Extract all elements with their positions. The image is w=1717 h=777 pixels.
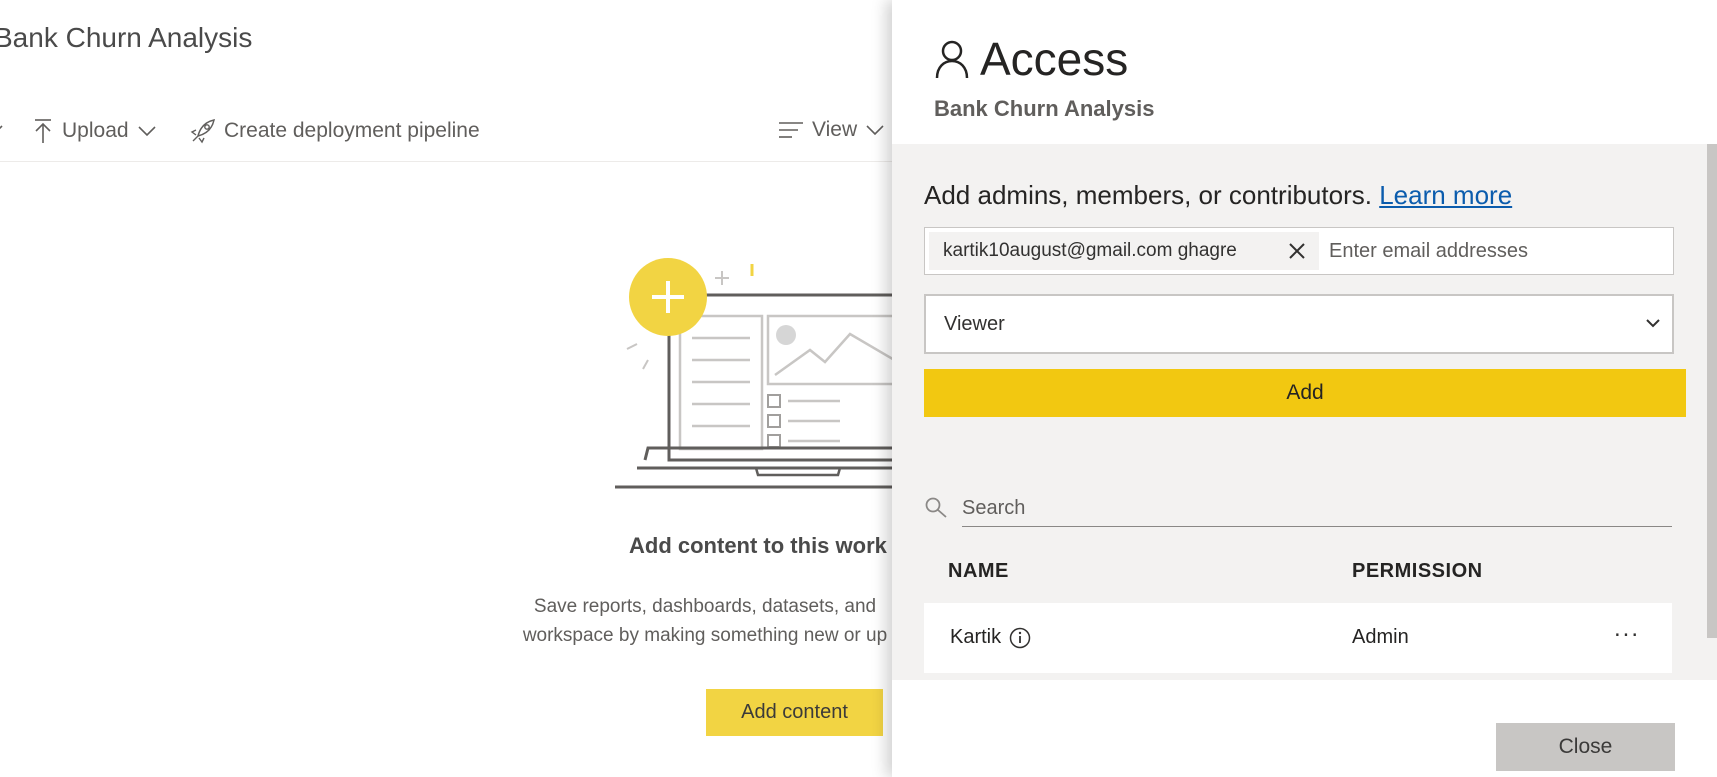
more-icon[interactable]: ... <box>1614 615 1640 643</box>
role-selected-value: Viewer <box>944 312 1005 335</box>
add-button[interactable]: Add <box>924 369 1686 417</box>
close-icon[interactable] <box>1287 241 1307 261</box>
workspace-title: Bank Churn Analysis <box>0 22 253 53</box>
search-icon <box>925 497 947 518</box>
user-name: Kartik <box>950 626 1002 648</box>
create-pipeline-button[interactable]: Create deployment pipeline <box>190 118 480 144</box>
column-header-name[interactable]: NAME <box>948 560 1009 583</box>
email-placeholder: Enter email addresses <box>1329 240 1528 262</box>
add-people-heading-text: Add admins, members, or contributors. <box>924 180 1372 210</box>
column-header-permission[interactable]: PERMISSION <box>1352 560 1483 583</box>
email-input[interactable]: kartik10august@gmail.com ghagre Enter em… <box>924 227 1674 275</box>
view-label: View <box>812 118 858 141</box>
scrollbar[interactable] <box>1707 144 1717 638</box>
upload-label: Upload <box>62 119 129 142</box>
close-button[interactable]: Close <box>1496 723 1675 771</box>
empty-workspace-illustration <box>615 258 895 489</box>
person-icon <box>935 40 969 79</box>
search-input[interactable]: Search <box>962 490 1672 527</box>
empty-state-description-line1: Save reports, dashboards, datasets, and <box>533 596 877 617</box>
email-chip: kartik10august@gmail.com ghagre <box>929 232 1319 270</box>
user-name-cell: Kartik <box>950 626 1031 649</box>
chevron-down-icon <box>137 126 156 137</box>
learn-more-link[interactable]: Learn more <box>1379 180 1512 210</box>
workspace-toolbar: Upload Create deployment pipeline View <box>0 112 900 154</box>
empty-state-description-line2: workspace by making something new or up <box>522 625 888 646</box>
chevron-down-icon <box>866 125 884 136</box>
empty-state-description: Save reports, dashboards, datasets, and … <box>495 592 915 650</box>
access-panel: Access Bank Churn Analysis Add admins, m… <box>892 0 1717 777</box>
email-chip-text: kartik10august@gmail.com ghagre <box>943 240 1237 261</box>
panel-title: Access <box>934 32 1128 86</box>
view-lines-icon <box>779 122 803 138</box>
user-permission: Admin <box>1352 626 1409 648</box>
toolbar-divider <box>0 161 893 162</box>
rocket-icon <box>190 119 215 144</box>
panel-body: Add admins, members, or contributors. Le… <box>892 144 1717 680</box>
panel-title-text: Access <box>980 33 1129 85</box>
add-content-button[interactable]: Add content <box>706 689 883 736</box>
role-dropdown[interactable]: Viewer <box>924 294 1674 354</box>
chevron-down-icon <box>1646 319 1660 328</box>
upload-button[interactable]: Upload <box>32 118 157 144</box>
view-button[interactable]: View <box>778 118 885 142</box>
chevron-down-icon <box>0 125 3 130</box>
panel-subtitle: Bank Churn Analysis <box>934 96 1155 121</box>
upload-icon <box>35 119 51 143</box>
info-icon[interactable] <box>1009 627 1031 649</box>
table-row: Kartik Admin ... <box>924 603 1672 673</box>
pipeline-label: Create deployment pipeline <box>224 119 480 142</box>
toolbar-chevron-left[interactable] <box>0 118 8 138</box>
empty-state-heading: Add content to this work <box>629 533 887 558</box>
add-people-heading: Add admins, members, or contributors. Le… <box>924 180 1512 211</box>
